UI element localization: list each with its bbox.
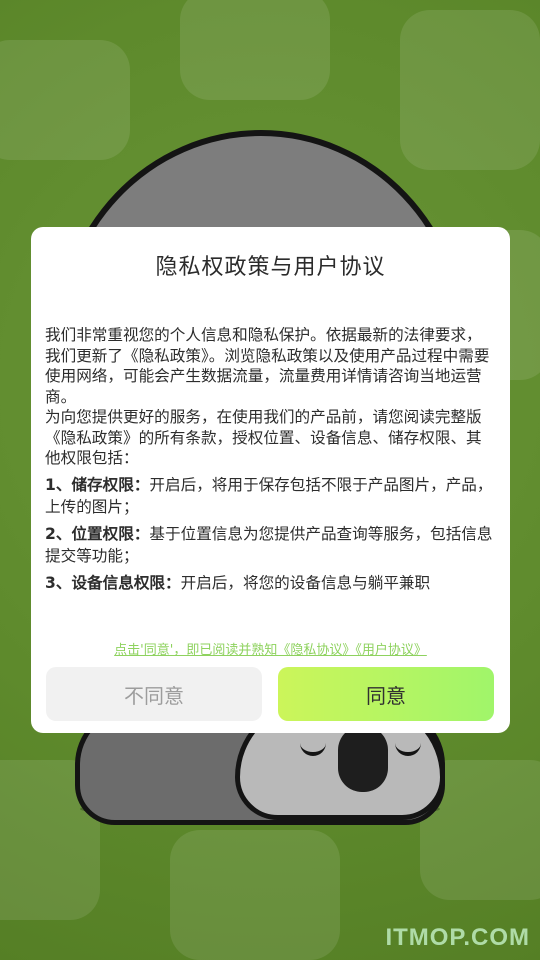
chat-bubble-decoration	[180, 0, 330, 100]
permission-item-device: 3、设备信息权限：开启后，将您的设备信息与躺平兼职	[45, 572, 496, 594]
intro-paragraph: 我们非常重视您的个人信息和隐私保护。依据最新的法律要求，我们更新了《隐私政策》。…	[45, 326, 490, 406]
chat-bubble-decoration	[0, 40, 130, 160]
koala-nose	[338, 726, 388, 792]
agree-button[interactable]: 同意	[278, 667, 494, 721]
permission-item-storage: 1、储存权限：开启后，将用于保存包括不限于产品图片，产品，上传的图片；	[45, 474, 496, 518]
privacy-dialog: 隐私权政策与用户协议 我们非常重视您的个人信息和隐私保护。依据最新的法律要求，我…	[31, 227, 510, 733]
request-paragraph: 为向您提供更好的服务，在使用我们的产品前，请您阅读完整版《隐私政策》的所有条款，…	[45, 408, 482, 467]
permission-label: 3、设备信息权限：	[45, 573, 181, 592]
chat-bubble-decoration	[400, 10, 540, 170]
permission-label: 2、位置权限：	[45, 524, 150, 543]
dialog-content[interactable]: 我们非常重视您的个人信息和隐私保护。依据最新的法律要求，我们更新了《隐私政策》。…	[45, 325, 496, 600]
permission-text: 开启后，将您的设备信息与躺平兼职	[180, 573, 431, 592]
chat-bubble-decoration	[170, 830, 340, 960]
dialog-title: 隐私权政策与用户协议	[155, 255, 386, 280]
agreement-notice-link[interactable]: 点击'同意'，即已阅读并熟知《隐私协议》《用户协议》	[31, 639, 510, 658]
permission-item-location: 2、位置权限：基于位置信息为您提供产品查询等服务，包括信息提交等功能；	[45, 523, 496, 567]
disagree-button[interactable]: 不同意	[46, 667, 262, 721]
permission-label: 1、储存权限：	[45, 475, 150, 494]
watermark: ITMOP.COM	[385, 924, 530, 951]
